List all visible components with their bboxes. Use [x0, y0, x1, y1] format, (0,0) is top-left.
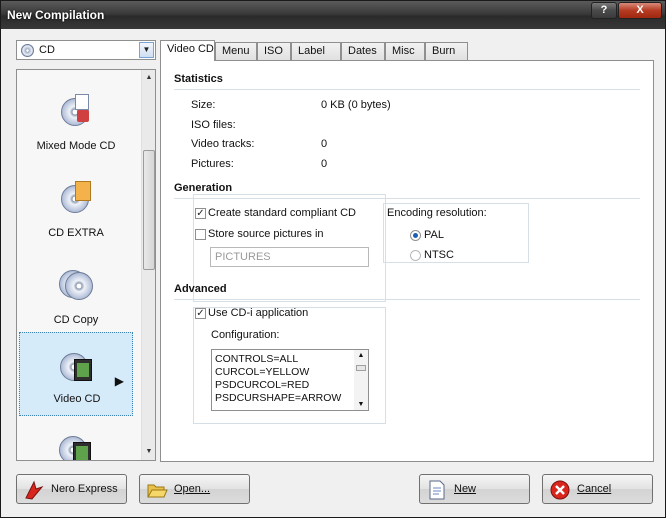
- ntsc-radio[interactable]: [410, 250, 421, 261]
- list-item-mixed-mode-cd[interactable]: Mixed Mode CD: [19, 80, 133, 164]
- config-line: PSDCURCOL=RED: [215, 379, 310, 391]
- chevron-down-icon[interactable]: ▼: [139, 42, 154, 58]
- list-item-cd-extra[interactable]: CD EXTRA: [19, 167, 133, 251]
- scroll-down-icon[interactable]: ▼: [143, 445, 155, 459]
- list-item-label: Mixed Mode CD: [36, 140, 116, 152]
- cd-extra-icon: [59, 181, 93, 215]
- tab-label[interactable]: Label: [291, 42, 341, 60]
- divider: [174, 89, 640, 90]
- tab-burn[interactable]: Burn: [425, 42, 468, 60]
- cancel-button[interactable]: Cancel: [542, 474, 653, 504]
- pal-radio[interactable]: [410, 230, 421, 241]
- list-item-video-cd[interactable]: Video CD ▶: [19, 332, 133, 416]
- ntsc-label[interactable]: NTSC: [424, 249, 454, 261]
- scrollbar-thumb[interactable]: [356, 365, 366, 371]
- statistics-heading: Statistics: [174, 73, 223, 85]
- use-cdi-checkbox[interactable]: ✓: [195, 308, 206, 319]
- stat-iso-files-label: ISO files:: [191, 119, 236, 131]
- configuration-textarea[interactable]: CONTROLS=ALL CURCOL=YELLOW PSDCURCOL=RED…: [211, 349, 369, 411]
- use-cdi-label[interactable]: Use CD-i application: [208, 307, 308, 319]
- stat-pictures-value: 0: [321, 158, 328, 170]
- generation-heading: Generation: [174, 182, 233, 194]
- config-line: PSDCURSHAPE=ARROW: [215, 392, 342, 404]
- stat-video-tracks-value: 0: [321, 138, 328, 150]
- tab-menu[interactable]: Menu: [215, 42, 257, 60]
- close-button[interactable]: X: [618, 2, 662, 19]
- nero-express-icon: [23, 479, 45, 501]
- encoding-resolution-label: Encoding resolution:: [387, 207, 487, 219]
- scrollbar-thumb[interactable]: [143, 150, 155, 270]
- store-pictures-checkbox[interactable]: [195, 229, 206, 240]
- cancel-icon: [549, 479, 571, 501]
- dialog-client: CD ▼ Mixed Mode CD CD EXTRA CD Copy Vide…: [7, 31, 659, 513]
- list-item-label: CD Copy: [53, 314, 99, 326]
- compilation-type-list[interactable]: Mixed Mode CD CD EXTRA CD Copy Video CD …: [16, 69, 156, 461]
- configuration-lines: CONTROLS=ALL CURCOL=YELLOW PSDCURCOL=RED…: [215, 353, 341, 405]
- advanced-heading: Advanced: [174, 283, 227, 295]
- config-line: CONTROLS=ALL: [215, 353, 299, 365]
- configuration-label: Configuration:: [211, 329, 280, 341]
- compliant-cd-checkbox[interactable]: ✓: [195, 208, 206, 219]
- nero-express-button[interactable]: Nero Express: [16, 474, 127, 504]
- folder-open-icon: [146, 479, 168, 501]
- video-cd-tab-panel: Statistics Size: 0 KB (0 bytes) ISO file…: [160, 60, 654, 462]
- media-type-select[interactable]: CD ▼: [16, 40, 156, 60]
- stat-pictures-label: Pictures:: [191, 158, 234, 170]
- config-scrollbar[interactable]: ▲ ▼: [354, 350, 368, 410]
- mixed-mode-cd-icon: [59, 94, 93, 128]
- cd-disc-icon: [21, 44, 34, 57]
- pal-label[interactable]: PAL: [424, 229, 444, 241]
- open-button[interactable]: Open...: [139, 474, 250, 504]
- cd-copy-icon: [59, 268, 93, 302]
- divider: [174, 299, 640, 300]
- new-button[interactable]: New: [419, 474, 530, 504]
- scroll-down-icon[interactable]: ▼: [355, 401, 367, 408]
- media-type-value: CD: [39, 44, 55, 56]
- submenu-arrow-icon: ▶: [114, 374, 124, 388]
- scroll-up-icon[interactable]: ▲: [355, 352, 367, 359]
- title-bar[interactable]: New Compilation ? X: [1, 1, 665, 29]
- tab-iso[interactable]: ISO: [257, 42, 291, 60]
- open-label: Open...: [174, 483, 211, 495]
- tab-dates[interactable]: Dates: [341, 42, 385, 60]
- stat-size-value: 0 KB (0 bytes): [321, 99, 391, 111]
- new-label: New: [454, 483, 477, 495]
- cancel-label: Cancel: [577, 483, 612, 495]
- type-list-scrollbar[interactable]: ▲ ▼: [141, 70, 155, 460]
- scroll-up-icon[interactable]: ▲: [143, 71, 155, 85]
- list-item-label: Video CD: [53, 393, 101, 405]
- stat-video-tracks-label: Video tracks:: [191, 138, 255, 150]
- store-pictures-label[interactable]: Store source pictures in: [208, 228, 324, 240]
- new-compilation-window: New Compilation ? X CD ▼ Mixed Mode CD C…: [0, 0, 666, 518]
- pictures-folder-field[interactable]: PICTURES: [210, 247, 369, 267]
- compliant-cd-label[interactable]: Create standard compliant CD: [208, 207, 356, 219]
- video-film-icon: [59, 434, 93, 460]
- tab-misc[interactable]: Misc: [385, 42, 425, 60]
- config-line: CURCOL=YELLOW: [215, 366, 310, 378]
- help-button[interactable]: ?: [591, 2, 617, 19]
- list-item-cd-copy[interactable]: CD Copy: [19, 254, 133, 338]
- stat-size-label: Size:: [191, 99, 216, 111]
- window-title: New Compilation: [7, 8, 105, 22]
- tab-video-cd[interactable]: Video CD: [160, 40, 215, 61]
- list-item-label: CD EXTRA: [48, 227, 104, 239]
- list-item-video[interactable]: [19, 420, 133, 460]
- video-cd-icon: [60, 351, 94, 385]
- nero-express-label: Nero Express: [51, 483, 118, 495]
- new-document-icon: [426, 479, 448, 501]
